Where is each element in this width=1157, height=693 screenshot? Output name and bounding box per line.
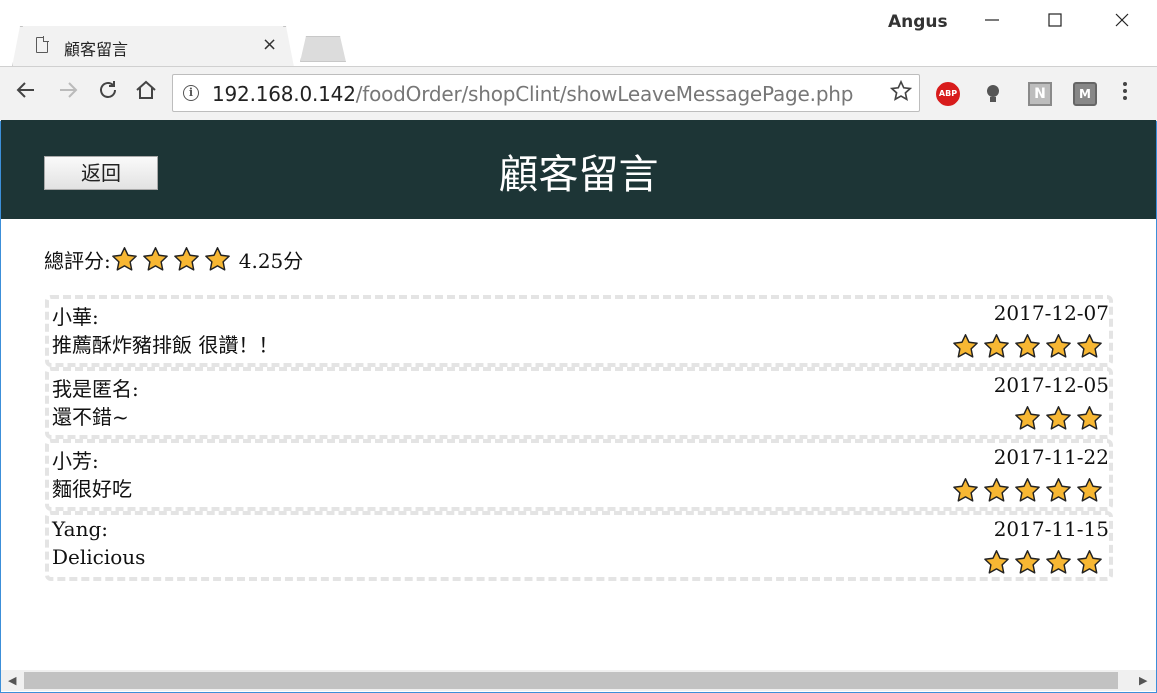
new-tab-button[interactable] [300,36,346,62]
review-date: 2017-12-07 [993,301,1109,325]
page-title: 顧客留言 [498,152,659,198]
review-date: 2017-11-15 [993,517,1109,541]
scroll-left-icon[interactable]: ◀ [8,672,16,689]
tab-close-icon[interactable]: × [262,34,277,55]
rating-score: 4.25分 [238,248,304,273]
star-icon [984,550,1009,574]
star-icon [953,334,978,358]
star-icon [984,334,1009,358]
review-item: 我是匿名: 還不錯~ 2017-12-05 [45,367,1113,439]
star-icon [953,478,978,502]
page-icon [36,36,49,53]
star-icon [1077,334,1102,358]
arrow-left-icon[interactable] [14,78,38,108]
review-message: Delicious [52,545,146,569]
tab-title[interactable]: 顧客留言 [64,36,128,60]
summary-stars [111,246,231,273]
url-path: /foodOrder/shopClint/showLeaveMessagePag… [355,82,854,106]
review-message: 還不錯~ [52,405,129,429]
star-icon [1046,550,1071,574]
kebab-menu-icon[interactable] [1122,80,1128,108]
star-icon [1046,334,1071,358]
review-stars [983,549,1103,576]
arrow-right-icon[interactable] [56,78,80,108]
review-item: 小芳: 麵很好吃 2017-11-22 [45,439,1113,511]
extension-m-icon[interactable]: M [1073,82,1097,106]
review-stars [952,333,1103,360]
url-text[interactable]: 192.168.0.142/foodOrder/shopClint/showLe… [212,82,853,106]
scroll-right-icon[interactable]: ▶ [1139,672,1147,689]
extension-n-icon[interactable]: N [1028,82,1052,106]
star-icon [1077,550,1102,574]
rating-summary-label: 總評分: [44,248,111,273]
star-icon [204,246,230,271]
review-user: Yang: [52,517,108,541]
home-icon[interactable] [134,78,158,108]
review-date: 2017-12-05 [993,373,1109,397]
review-stars [952,477,1103,504]
star-icon [1015,550,1040,574]
star-icon [142,246,168,271]
star-icon [173,246,199,271]
review-item: Yang: Delicious 2017-11-15 [45,511,1113,581]
rating-summary: 總評分: 4.25分 [44,243,303,275]
profile-name[interactable]: Angus [888,12,948,32]
url-host: 192.168.0.142 [212,82,356,106]
star-icon [1077,406,1102,430]
bookmark-star-icon[interactable] [889,79,913,108]
review-item: 小華: 推薦酥炸豬排飯 很讚！！ 2017-12-07 [45,295,1113,367]
review-user: 小芳: [52,449,99,473]
review-date: 2017-11-22 [993,445,1109,469]
lightbulb-icon[interactable] [981,82,1005,106]
review-user: 我是匿名: [52,377,139,401]
star-icon [111,246,137,271]
star-icon [1046,478,1071,502]
star-icon [1015,406,1040,430]
star-icon [1015,478,1040,502]
info-icon[interactable]: i [183,85,199,101]
review-message: 麵很好吃 [52,477,132,501]
scrollbar-thumb[interactable] [24,672,1118,689]
minimize-icon[interactable] [970,6,1014,36]
review-message: 推薦酥炸豬排飯 很讚！！ [52,333,279,357]
star-icon [1046,406,1071,430]
star-icon [1077,478,1102,502]
review-user: 小華: [52,305,99,329]
close-window-icon[interactable] [1100,6,1144,36]
tab-active[interactable] [14,26,292,67]
maximize-icon[interactable] [1033,6,1077,36]
star-icon [1015,334,1040,358]
review-stars [1014,405,1103,432]
star-icon [984,478,1009,502]
reload-icon[interactable] [96,78,120,108]
